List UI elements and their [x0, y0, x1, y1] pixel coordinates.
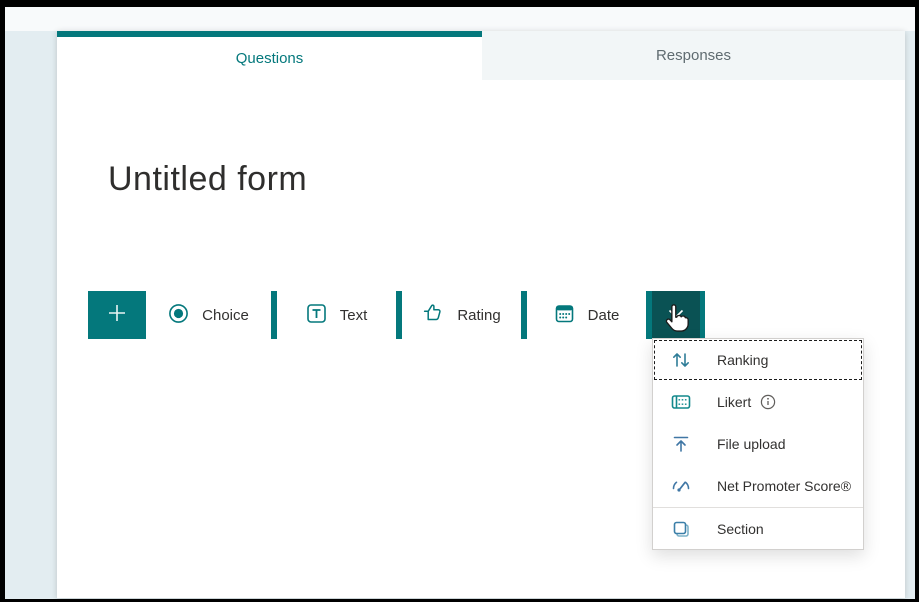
likert-grid-icon — [670, 391, 692, 413]
menu-item-file-upload[interactable]: File upload — [653, 423, 863, 465]
question-type-menu: Ranking Likert File upload Net Promoter … — [652, 338, 864, 550]
menu-item-file-upload-label: File upload — [717, 436, 786, 452]
more-question-types-button[interactable] — [652, 291, 700, 339]
text-button[interactable]: Text — [277, 291, 396, 339]
choice-button[interactable]: Choice — [146, 291, 271, 339]
info-icon[interactable] — [760, 394, 776, 410]
section-pages-icon — [670, 518, 692, 540]
menu-item-section[interactable]: Section — [653, 507, 863, 549]
plus-icon — [105, 301, 129, 330]
gauge-icon — [670, 475, 692, 497]
text-button-label: Text — [340, 307, 368, 324]
rating-button[interactable]: Rating — [402, 291, 521, 339]
thumbs-up-icon — [422, 302, 444, 328]
menu-item-likert-label: Likert — [717, 394, 751, 410]
menu-item-likert[interactable]: Likert — [653, 381, 863, 423]
window-top-strip — [5, 7, 915, 31]
form-title[interactable]: Untitled form — [108, 160, 307, 199]
ranking-arrows-icon — [670, 349, 692, 371]
tab-questions-label: Questions — [236, 50, 304, 67]
menu-item-nps-label: Net Promoter Score® — [717, 478, 851, 494]
chevron-down-icon — [668, 306, 684, 324]
add-question-button[interactable] — [88, 291, 146, 339]
upload-icon — [670, 433, 692, 455]
add-question-toolbar: Choice Text Rating Date — [88, 291, 705, 339]
forms-app-window: Questions Responses Untitled form Choice… — [0, 0, 919, 602]
tab-responses[interactable]: Responses — [482, 31, 905, 80]
radio-icon — [168, 303, 189, 328]
menu-item-ranking-label: Ranking — [717, 352, 768, 368]
rating-button-label: Rating — [457, 307, 500, 324]
tab-responses-label: Responses — [656, 47, 731, 64]
calendar-icon — [554, 303, 575, 328]
date-button-label: Date — [588, 307, 620, 324]
menu-item-section-label: Section — [717, 521, 764, 537]
menu-item-ranking[interactable]: Ranking — [653, 339, 863, 381]
text-box-icon — [306, 303, 327, 328]
date-button[interactable]: Date — [527, 291, 646, 339]
choice-button-label: Choice — [202, 307, 249, 324]
menu-item-nps[interactable]: Net Promoter Score® — [653, 465, 863, 507]
tab-questions[interactable]: Questions — [57, 31, 482, 80]
